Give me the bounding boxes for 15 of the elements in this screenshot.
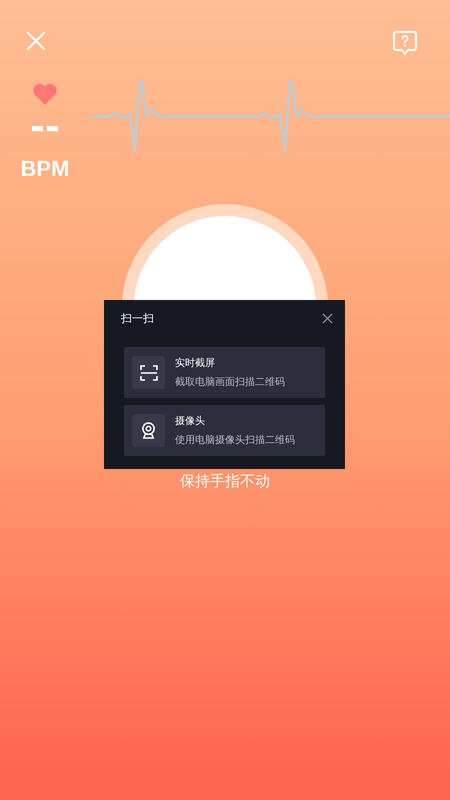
scan-frame-icon [140, 364, 158, 380]
option-title: 摄像头 [175, 414, 206, 428]
option-title: 实时截屏 [175, 356, 216, 370]
heart-icon [32, 82, 58, 106]
dialog-title: 扫一扫 [121, 310, 154, 326]
help-icon[interactable] [392, 30, 418, 56]
option-description: 使用电脑摄像头扫描二维码 [175, 434, 295, 447]
webcam-icon [141, 422, 156, 439]
close-icon[interactable] [322, 312, 333, 324]
heart-rate-unit: BPM [20, 156, 70, 182]
heart-rate-value: -- [30, 108, 60, 148]
scan-option[interactable]: 摄像头 使用电脑摄像头扫描二维码 [124, 405, 325, 456]
hint-text: 保持手指不动 [180, 472, 270, 491]
option-description: 截取电脑画面扫描二维码 [175, 376, 285, 389]
scan-option[interactable]: 实时截屏 截取电脑画面扫描二维码 [124, 347, 325, 398]
